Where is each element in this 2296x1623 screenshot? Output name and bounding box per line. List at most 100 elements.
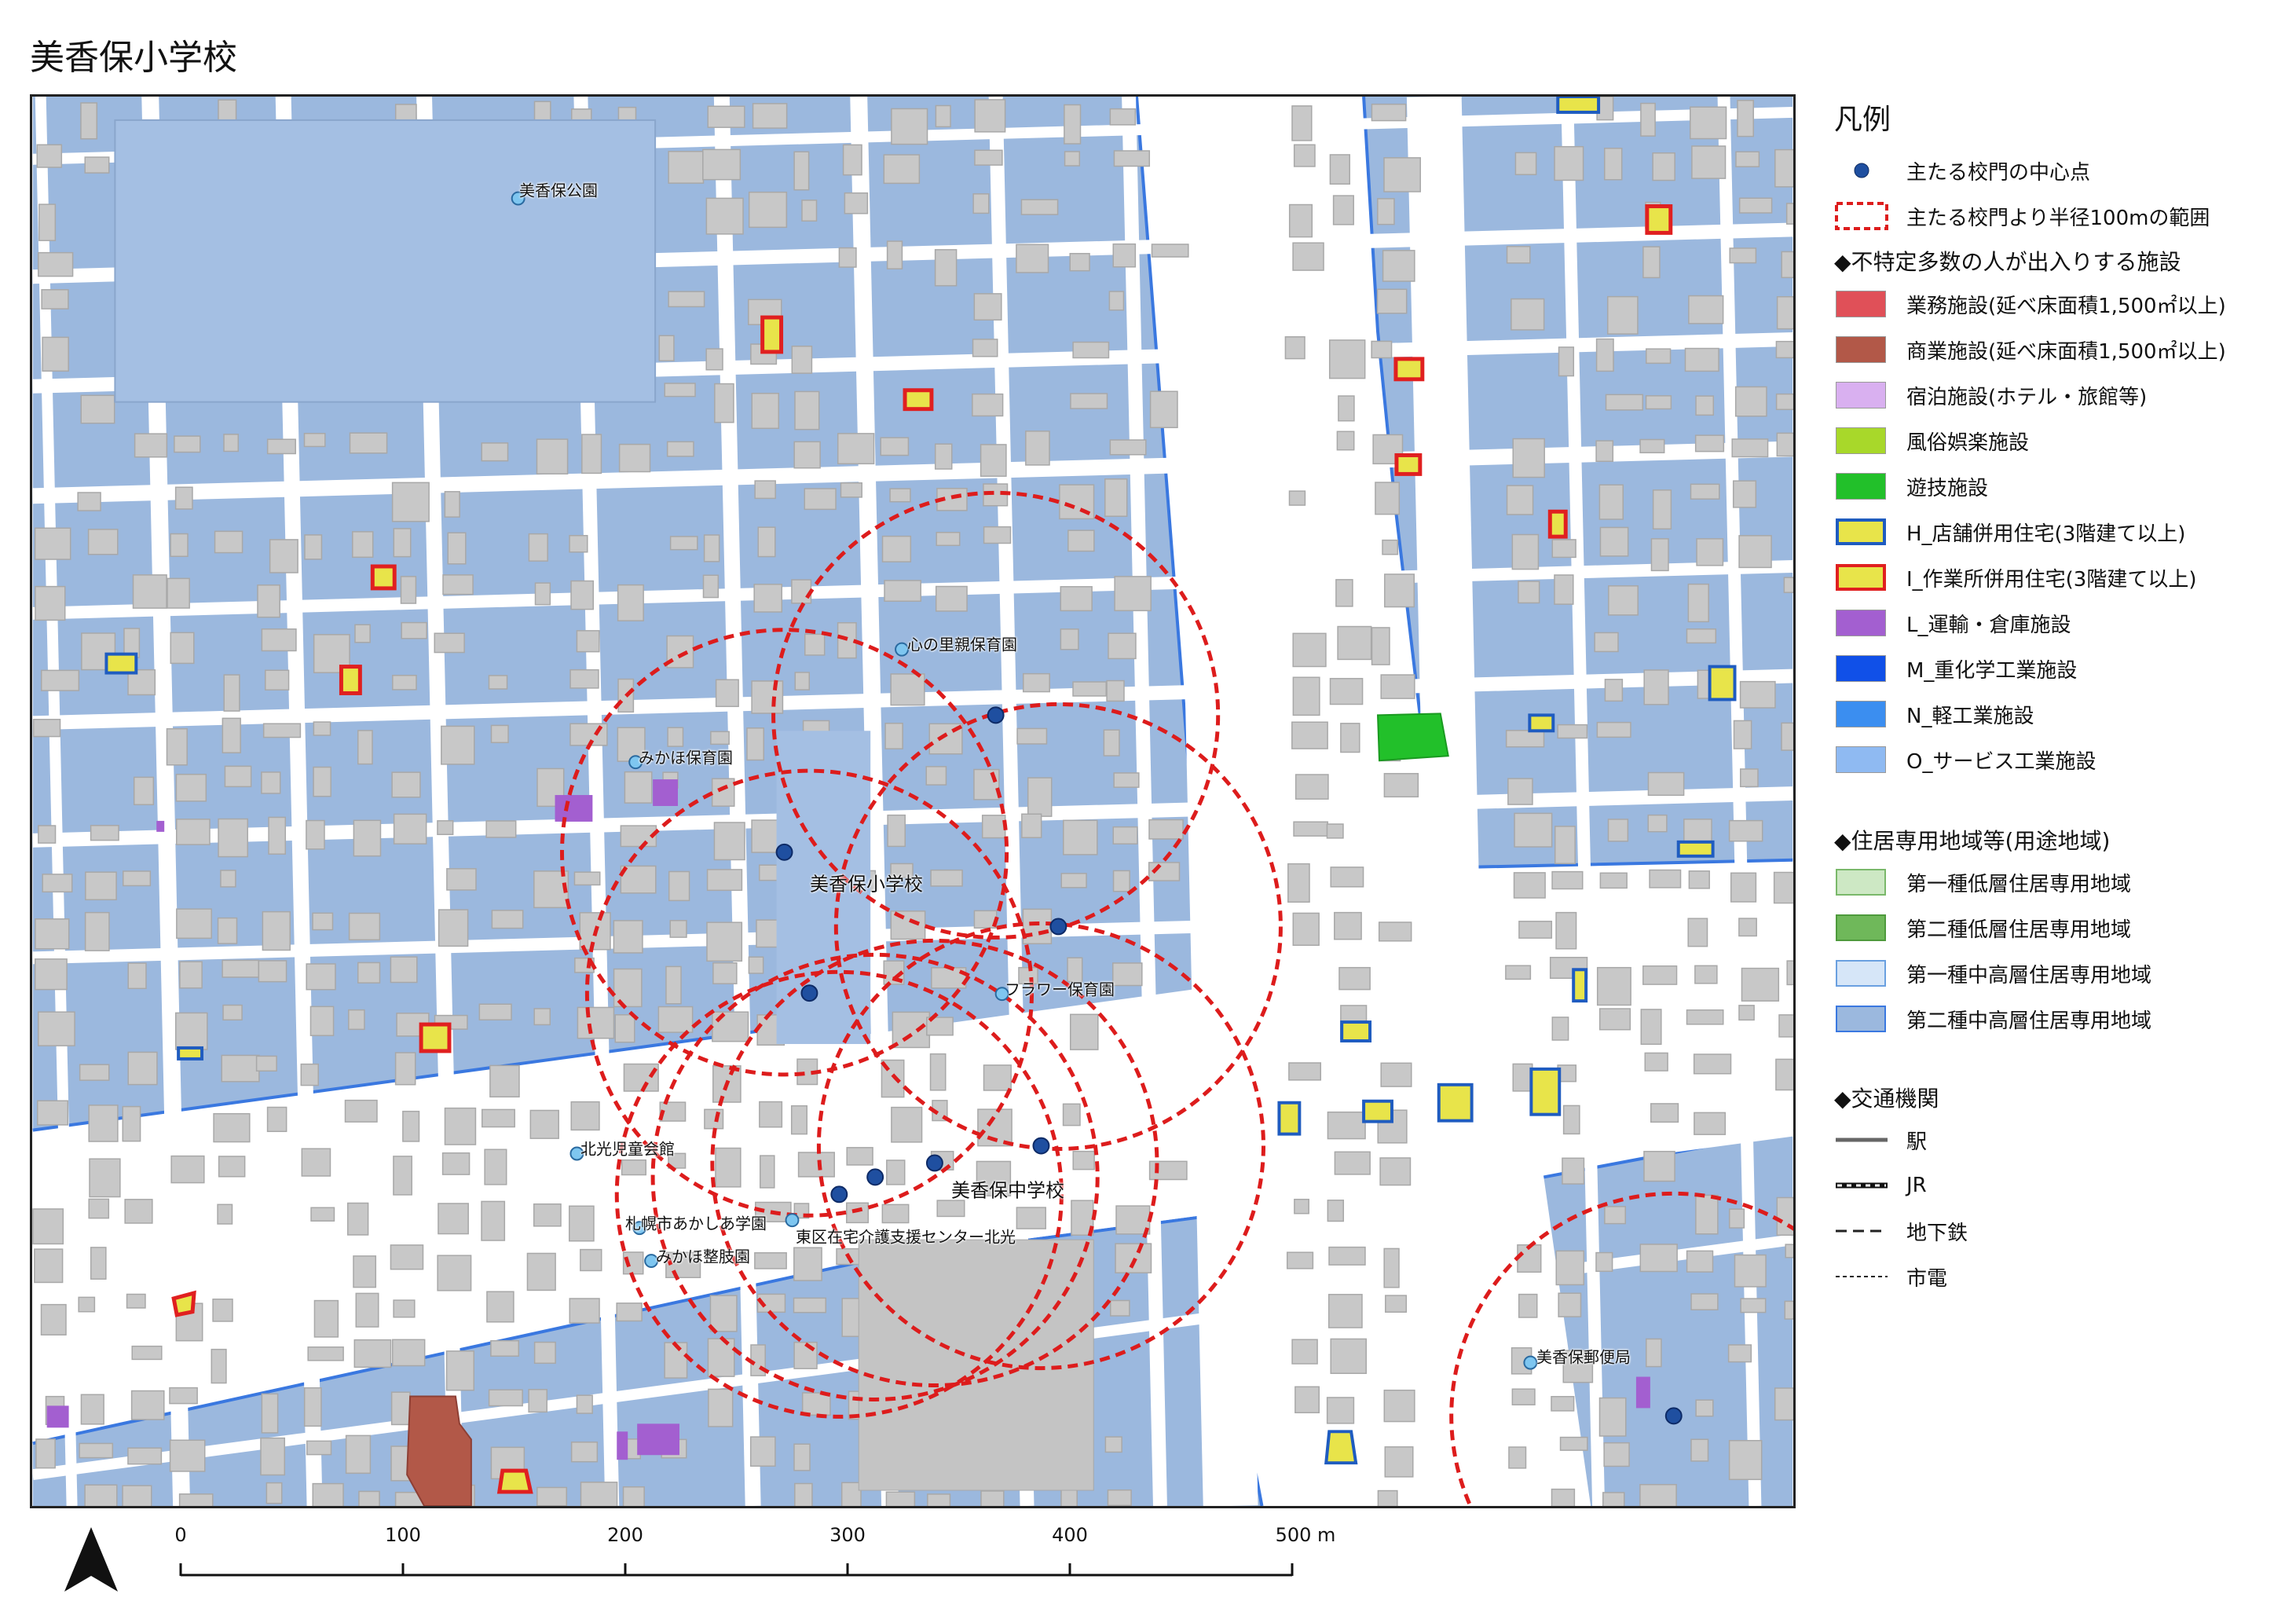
building	[793, 441, 821, 469]
building	[170, 632, 195, 665]
legend-mid-high-1: 第一種中高層住居専用地域	[1834, 958, 2151, 989]
store-housing	[1437, 1083, 1474, 1123]
building	[1643, 669, 1669, 705]
gate-point-g5	[1032, 1137, 1050, 1155]
building	[1691, 145, 1727, 179]
building	[613, 920, 643, 954]
building	[658, 335, 675, 361]
page-title: 美香保小学校	[30, 38, 237, 78]
building	[1371, 340, 1393, 359]
building	[1599, 526, 1629, 557]
building	[714, 383, 734, 423]
legend-low-rise-1: 第一種低層住居専用地域	[1834, 866, 2131, 898]
building	[570, 1442, 599, 1463]
building	[345, 1434, 372, 1475]
building	[35, 918, 70, 950]
building	[261, 771, 281, 794]
gate-point-g7	[866, 1168, 884, 1186]
building	[972, 339, 998, 357]
building	[973, 293, 1002, 321]
building	[929, 1053, 947, 1091]
building	[715, 1147, 742, 1188]
building	[880, 437, 910, 456]
building	[1554, 574, 1574, 605]
building	[528, 533, 548, 562]
building	[791, 579, 812, 604]
building	[1555, 1250, 1584, 1286]
building	[1149, 390, 1178, 429]
building	[573, 871, 601, 886]
building	[268, 816, 287, 855]
building	[1643, 1150, 1675, 1182]
building	[40, 669, 80, 691]
building	[313, 766, 331, 797]
building	[669, 536, 698, 551]
legend-jr: JR	[1836, 1174, 1927, 1197]
building	[1776, 432, 1793, 457]
building	[34, 958, 68, 991]
building	[393, 1156, 412, 1196]
building	[884, 722, 903, 749]
store-housing	[177, 1046, 204, 1061]
building	[1739, 680, 1776, 709]
building	[1694, 965, 1718, 984]
place-marker	[895, 642, 910, 657]
building	[1112, 962, 1143, 987]
building	[980, 1490, 1005, 1506]
building	[1110, 1299, 1130, 1317]
building	[667, 727, 684, 747]
building	[790, 1105, 807, 1135]
store-housing	[1340, 1020, 1372, 1042]
building	[133, 776, 155, 806]
legend-mid-high-2: 第二種中高層住居専用地域	[1834, 1003, 2151, 1035]
building	[301, 1148, 331, 1177]
building	[752, 103, 788, 129]
building	[122, 1485, 152, 1506]
scale-tick-label: 0	[174, 1524, 187, 1546]
building	[793, 151, 810, 191]
building	[1514, 812, 1553, 848]
workshop-housing	[419, 1022, 452, 1053]
building	[1288, 490, 1306, 506]
building	[1022, 908, 1053, 945]
building	[1605, 394, 1644, 411]
legend-service-industry: O_サービス工業施設	[1834, 744, 2096, 775]
label-flower-nursery: フラワー保育園	[1005, 980, 1115, 999]
building	[390, 1391, 411, 1426]
building	[887, 814, 906, 848]
building	[353, 1339, 392, 1368]
building	[303, 433, 326, 448]
building	[1728, 1440, 1763, 1481]
building	[442, 574, 474, 595]
building	[1340, 723, 1360, 753]
building	[300, 1063, 319, 1086]
building	[170, 533, 189, 557]
building	[34, 527, 71, 560]
building	[224, 765, 252, 788]
building	[310, 1207, 335, 1222]
building	[1022, 672, 1050, 693]
building	[1380, 1062, 1412, 1087]
store-housing	[1708, 665, 1737, 702]
building	[84, 156, 110, 174]
building	[217, 1204, 233, 1225]
building	[1734, 386, 1767, 417]
building	[1518, 1293, 1538, 1318]
building	[754, 480, 776, 500]
building	[84, 911, 110, 951]
label-mikaho-jhs: 美香保中学校	[951, 1179, 1064, 1202]
building	[1072, 681, 1107, 697]
map-canvas[interactable]	[32, 97, 1793, 1506]
building	[1385, 1295, 1408, 1313]
building	[1113, 150, 1151, 167]
building	[1067, 529, 1095, 552]
building	[927, 1493, 951, 1506]
building	[1784, 1300, 1793, 1320]
building	[665, 965, 682, 1005]
map-frame[interactable]: 美香保公園 心の里親保育園 みかほ保育園 美香保小学校 フラワー保育園 北光児童…	[30, 94, 1796, 1508]
building	[1064, 151, 1081, 167]
building	[1781, 722, 1793, 751]
building	[1337, 625, 1372, 661]
building	[1730, 872, 1757, 903]
building	[536, 438, 569, 474]
